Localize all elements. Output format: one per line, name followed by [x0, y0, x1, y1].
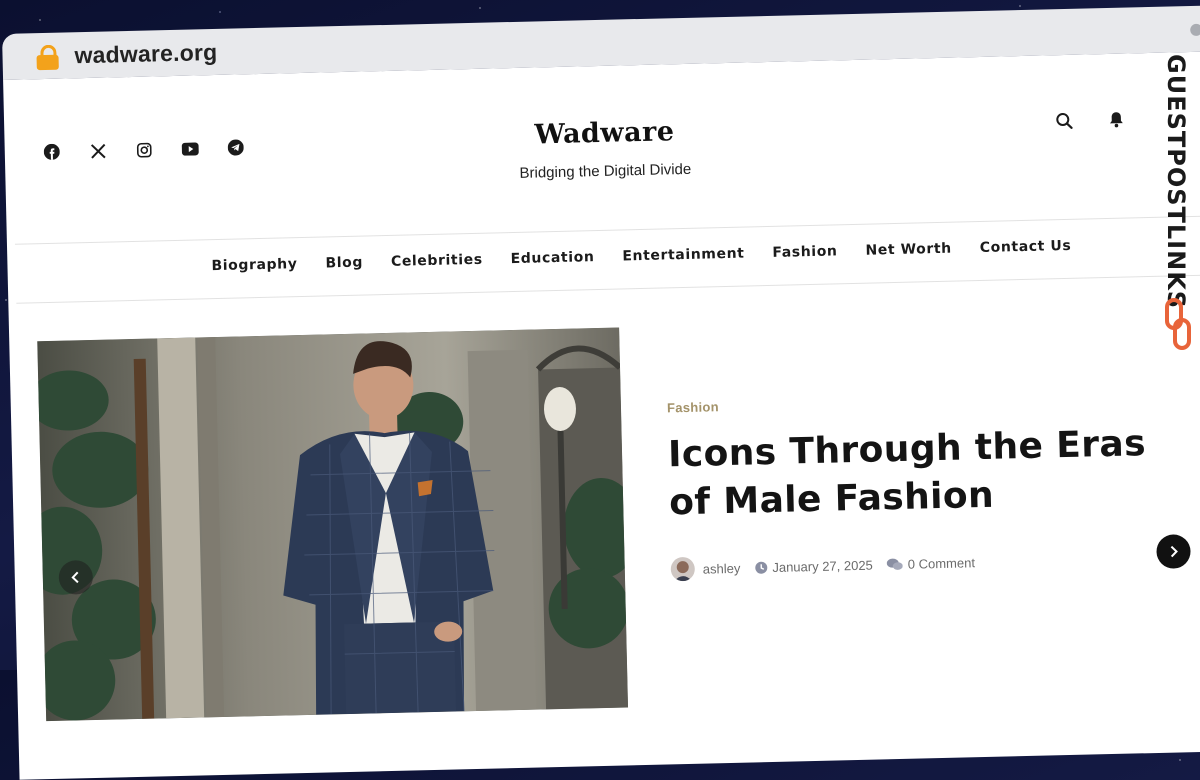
x-icon[interactable] [84, 137, 111, 164]
post-date[interactable]: January 27, 2025 [772, 557, 873, 574]
address-bar-url[interactable]: wadware.org [74, 39, 217, 69]
search-icon[interactable] [1052, 109, 1077, 134]
chain-link-icon [1164, 298, 1192, 355]
window-dot-icon[interactable] [1190, 23, 1200, 37]
nav-item-education[interactable]: Education [510, 249, 594, 267]
watermark: GUESTPOSTLINKS [1156, 54, 1200, 364]
nav-item-entertainment[interactable]: Entertainment [622, 246, 744, 265]
main-navigation: Biography Blog Celebrities Education Ent… [14, 214, 1200, 304]
featured-post: Fashion Icons Through the Eras of Male F… [667, 389, 1171, 582]
nav-item-celebrities[interactable]: Celebrities [391, 252, 483, 270]
nav-item-net-worth[interactable]: Net Worth [865, 241, 952, 259]
featured-post-image[interactable] [37, 327, 629, 722]
post-category[interactable]: Fashion [667, 389, 1167, 415]
post-comments-group: 0 Comment [886, 555, 976, 572]
telegram-icon[interactable] [222, 134, 249, 161]
post-comments[interactable]: 0 Comment [908, 555, 976, 572]
window-controls [1190, 23, 1200, 37]
watermark-text: GUESTPOSTLINKS [1162, 54, 1190, 310]
nav-item-contact-us[interactable]: Contact Us [980, 238, 1072, 256]
clock-icon [754, 561, 767, 574]
comments-icon [886, 558, 903, 570]
chevron-left-icon [71, 571, 79, 584]
instagram-icon[interactable] [130, 136, 157, 163]
site-tagline: Bridging the Digital Divide [519, 160, 692, 182]
lock-icon [36, 44, 59, 71]
bell-icon[interactable] [1104, 107, 1129, 132]
post-title[interactable]: Icons Through the Eras of Male Fashion [668, 420, 1170, 528]
nav-item-blog[interactable]: Blog [325, 255, 363, 272]
site-branding: Wadware Bridging the Digital Divide [404, 113, 805, 184]
post-author[interactable]: ashley [703, 560, 741, 576]
header-actions [1052, 107, 1129, 133]
facebook-icon[interactable] [38, 139, 65, 166]
web-page: Wadware Bridging the Digital Divide Biog… [3, 50, 1200, 780]
nav-item-biography[interactable]: Biography [211, 256, 297, 274]
browser-window: wadware.org Wadware Bridging the Digital… [2, 4, 1200, 780]
site-title[interactable]: Wadware [404, 113, 805, 153]
nav-item-fashion[interactable]: Fashion [772, 243, 837, 261]
social-links [38, 134, 249, 165]
post-date-group: January 27, 2025 [754, 557, 873, 575]
youtube-icon[interactable] [176, 135, 203, 162]
post-meta: ashley January 27, 2025 0 Comment [670, 546, 1171, 582]
avatar[interactable] [670, 556, 696, 582]
